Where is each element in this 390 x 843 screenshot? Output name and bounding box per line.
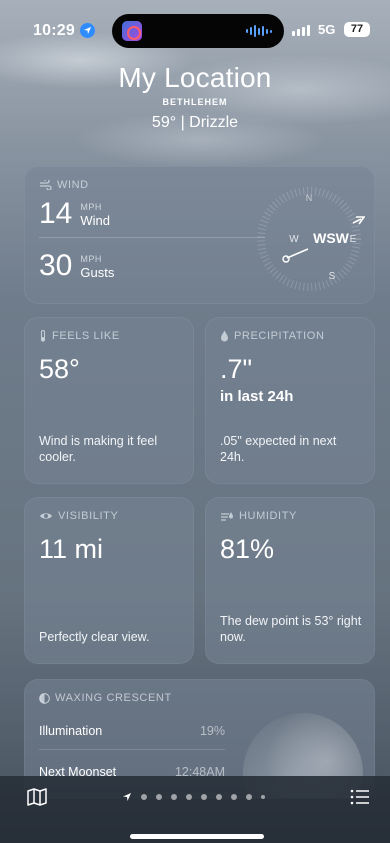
list-icon[interactable]	[350, 789, 370, 805]
thermometer-icon	[40, 330, 46, 342]
page-dot[interactable]	[231, 794, 237, 800]
precipitation-header: PRECIPITATION	[220, 330, 325, 342]
moon-header: WAXING CRESCENT	[39, 692, 172, 704]
feels-like-header: FEELS LIKE	[39, 330, 120, 342]
bottom-toolbar	[0, 776, 390, 843]
moon-phase-icon	[39, 692, 50, 704]
visibility-value: 11 mi	[39, 534, 104, 564]
page-dot[interactable]	[246, 794, 252, 800]
network-type: 5G	[318, 22, 336, 37]
location-header: My Location BETHLEHEM 59° | Drizzle	[0, 62, 390, 132]
visibility-header: VISIBILITY	[39, 510, 118, 522]
location-subtitle: BETHLEHEM	[162, 97, 228, 107]
feels-like-value: 58°	[39, 354, 80, 384]
page-dot[interactable]	[201, 794, 207, 800]
compass-east: E	[350, 234, 357, 245]
compass-west: W	[289, 234, 299, 245]
compass-north: N	[306, 193, 313, 203]
feels-like-card[interactable]: FEELS LIKE 58° Wind is making it feel co…	[24, 317, 194, 484]
humidity-value: 81%	[220, 534, 275, 564]
moon-heading: WAXING CRESCENT	[55, 692, 172, 704]
visibility-note: Perfectly clear view.	[39, 630, 150, 644]
precipitation-value: .7"	[220, 354, 253, 384]
page-dot[interactable]	[216, 794, 222, 800]
current-conditions: 59° | Drizzle	[151, 114, 239, 131]
wind-icon	[40, 180, 52, 190]
wind-card-header: WIND	[39, 179, 89, 191]
location-services-icon	[80, 23, 95, 38]
page-dot[interactable]	[261, 795, 265, 799]
wind-direction-origin	[282, 255, 290, 263]
humidity-heading: HUMIDITY	[239, 510, 297, 522]
feels-like-note: Wind is making it feel cooler.	[39, 434, 158, 464]
wind-gust-row: 30 MPH Gusts	[39, 249, 114, 283]
wind-speed-label: Wind	[80, 213, 110, 228]
current-location-icon[interactable]	[122, 792, 132, 802]
wind-heading: WIND	[57, 179, 89, 191]
illumination-row: Illumination 19%	[39, 724, 225, 738]
feels-like-heading: FEELS LIKE	[52, 330, 120, 342]
wind-card[interactable]: WIND 14 MPH Wind 30 MPH Gusts N E S W WS…	[24, 166, 375, 304]
humidity-note: The dew point is 53° right now.	[220, 614, 362, 644]
precipitation-card[interactable]: PRECIPITATION .7" in last 24h .05" expec…	[205, 317, 375, 484]
illumination-label: Illumination	[39, 724, 103, 738]
precipitation-heading: PRECIPITATION	[234, 330, 325, 342]
humidity-header: HUMIDITY	[220, 510, 297, 522]
location-title: My Location	[118, 62, 272, 93]
wind-compass: N E S W WSW	[257, 187, 365, 291]
page-dot[interactable]	[171, 794, 177, 800]
precipitation-note: .05" expected in next 24h.	[220, 434, 337, 464]
divider	[39, 237, 265, 238]
battery-icon: 77	[344, 22, 370, 37]
page-dot[interactable]	[156, 794, 162, 800]
page-dot[interactable]	[186, 794, 192, 800]
divider	[39, 749, 225, 750]
app-icon	[122, 21, 142, 41]
map-icon[interactable]	[27, 788, 47, 806]
audio-waveform-icon	[246, 25, 272, 37]
gust-speed-label: Gusts	[80, 265, 115, 280]
weather-screen: 10:29 5G 77 My Location BETHLEHEM 59° | …	[0, 0, 390, 843]
dynamic-island[interactable]	[112, 14, 284, 48]
page-dot[interactable]	[141, 794, 147, 800]
visibility-heading: VISIBILITY	[58, 510, 119, 522]
humidity-card[interactable]: HUMIDITY 81% The dew point is 53° right …	[205, 497, 375, 664]
wind-direction-tail	[286, 248, 309, 259]
home-indicator[interactable]	[130, 834, 264, 839]
precipitation-period: in last 24h	[220, 388, 294, 405]
compass-south: S	[329, 271, 336, 282]
page-indicator[interactable]	[122, 792, 265, 802]
cellular-signal-icon	[292, 25, 310, 36]
wind-speed-row: 14 MPH Wind	[39, 197, 110, 231]
wind-direction: WSW	[313, 230, 350, 246]
gust-speed-value: 30	[39, 249, 73, 282]
status-time: 10:29	[33, 22, 75, 39]
visibility-card[interactable]: VISIBILITY 11 mi Perfectly clear view.	[24, 497, 194, 664]
status-bar: 10:29 5G 77	[0, 0, 390, 48]
droplet-icon	[221, 330, 228, 342]
wind-speed-value: 14	[39, 197, 73, 230]
illumination-value: 19%	[199, 724, 225, 738]
humidity-icon	[221, 512, 233, 521]
eye-icon	[40, 513, 52, 519]
